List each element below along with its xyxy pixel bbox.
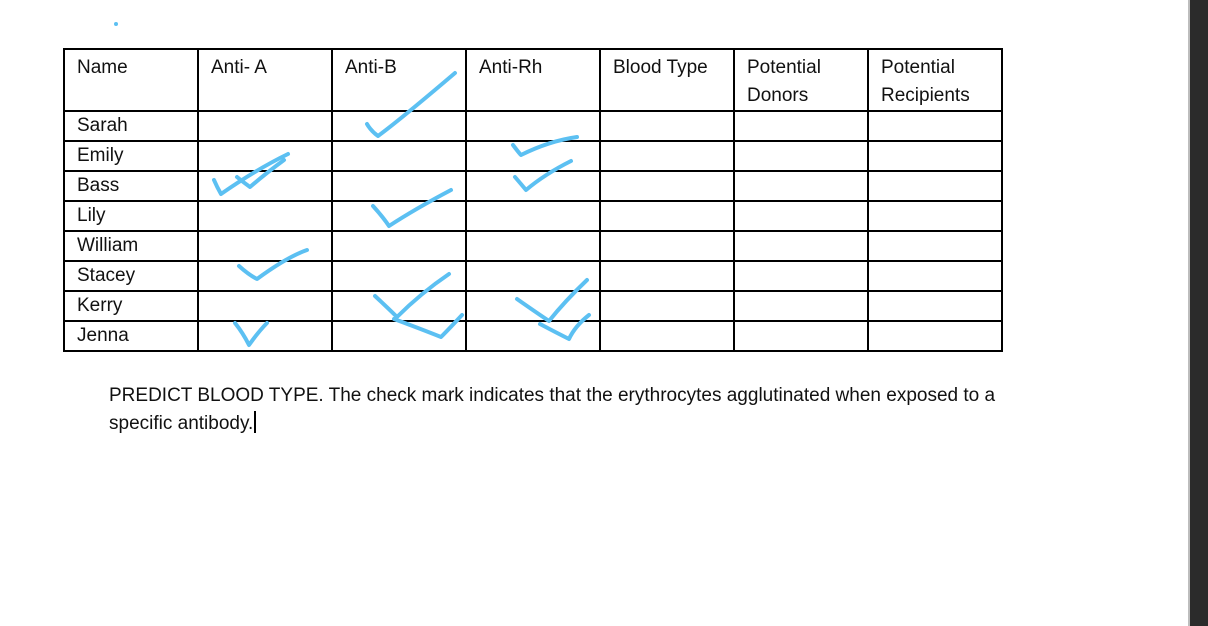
- row-name: Stacey: [63, 260, 199, 292]
- table-row: Kerry: [63, 290, 1003, 322]
- header-anti-a: Anti- A: [197, 48, 333, 112]
- blood-type-cell[interactable]: [599, 290, 735, 322]
- row-name: Jenna: [63, 320, 199, 352]
- potential-donors-cell[interactable]: [733, 290, 869, 322]
- anti-a-cell[interactable]: [197, 170, 333, 202]
- text-cursor: [254, 411, 257, 433]
- potential-recipients-cell[interactable]: [867, 290, 1003, 322]
- anti-b-cell[interactable]: [331, 170, 467, 202]
- header-blood-type: Blood Type: [599, 48, 735, 112]
- potential-recipients-cell[interactable]: [867, 110, 1003, 142]
- potential-donors-cell[interactable]: [733, 140, 869, 172]
- row-name: Lily: [63, 200, 199, 232]
- blood-type-cell[interactable]: [599, 110, 735, 142]
- anti-rh-cell[interactable]: [465, 320, 601, 352]
- blood-type-cell[interactable]: [599, 230, 735, 262]
- blood-type-cell[interactable]: [599, 260, 735, 292]
- anti-a-cell[interactable]: [197, 230, 333, 262]
- potential-donors-cell[interactable]: [733, 170, 869, 202]
- anti-a-cell[interactable]: [197, 140, 333, 172]
- header-potential-recipients: Potential Recipients: [867, 48, 1003, 112]
- document-page: Name Anti- A Anti-B Anti-Rh Blood Type P…: [0, 0, 1188, 626]
- ink-dot: [114, 22, 118, 26]
- blood-type-cell[interactable]: [599, 140, 735, 172]
- anti-b-cell[interactable]: [331, 320, 467, 352]
- potential-recipients-cell[interactable]: [867, 170, 1003, 202]
- row-name: William: [63, 230, 199, 262]
- potential-donors-cell[interactable]: [733, 200, 869, 232]
- anti-rh-cell[interactable]: [465, 260, 601, 292]
- potential-donors-cell[interactable]: [733, 230, 869, 262]
- potential-recipients-cell[interactable]: [867, 200, 1003, 232]
- table-row: Emily: [63, 140, 1003, 172]
- anti-rh-cell[interactable]: [465, 110, 601, 142]
- table-row: Stacey: [63, 260, 1003, 292]
- anti-a-cell[interactable]: [197, 320, 333, 352]
- anti-a-cell[interactable]: [197, 260, 333, 292]
- table-row: William: [63, 230, 1003, 262]
- potential-donors-cell[interactable]: [733, 110, 869, 142]
- anti-rh-cell[interactable]: [465, 170, 601, 202]
- potential-donors-cell[interactable]: [733, 260, 869, 292]
- row-name: Sarah: [63, 110, 199, 142]
- blood-type-cell[interactable]: [599, 320, 735, 352]
- table-header-row: Name Anti- A Anti-B Anti-Rh Blood Type P…: [63, 48, 1003, 112]
- potential-recipients-cell[interactable]: [867, 230, 1003, 262]
- blood-type-cell[interactable]: [599, 170, 735, 202]
- anti-b-cell[interactable]: [331, 200, 467, 232]
- potential-donors-cell[interactable]: [733, 320, 869, 352]
- anti-a-cell[interactable]: [197, 110, 333, 142]
- anti-a-cell[interactable]: [197, 290, 333, 322]
- potential-recipients-cell[interactable]: [867, 260, 1003, 292]
- anti-b-cell[interactable]: [331, 140, 467, 172]
- potential-recipients-cell[interactable]: [867, 320, 1003, 352]
- header-potential-donors: Potential Donors: [733, 48, 869, 112]
- anti-rh-cell[interactable]: [465, 290, 601, 322]
- anti-b-cell[interactable]: [331, 290, 467, 322]
- table-row: Bass: [63, 170, 1003, 202]
- table-row: Sarah: [63, 110, 1003, 142]
- table-row: Jenna: [63, 320, 1003, 352]
- header-anti-rh: Anti-Rh: [465, 48, 601, 112]
- anti-b-cell[interactable]: [331, 260, 467, 292]
- vertical-scrollbar[interactable]: [1188, 0, 1208, 626]
- anti-b-cell[interactable]: [331, 110, 467, 142]
- potential-recipients-cell[interactable]: [867, 140, 1003, 172]
- anti-rh-cell[interactable]: [465, 140, 601, 172]
- header-name: Name: [63, 48, 199, 112]
- row-name: Bass: [63, 170, 199, 202]
- header-anti-b: Anti-B: [331, 48, 467, 112]
- row-name: Emily: [63, 140, 199, 172]
- anti-rh-cell[interactable]: [465, 230, 601, 262]
- anti-rh-cell[interactable]: [465, 200, 601, 232]
- anti-b-cell[interactable]: [331, 230, 467, 262]
- blood-type-cell[interactable]: [599, 200, 735, 232]
- anti-a-cell[interactable]: [197, 200, 333, 232]
- row-name: Kerry: [63, 290, 199, 322]
- instructions-body: PREDICT BLOOD TYPE. The check mark indic…: [109, 385, 996, 434]
- blood-type-table: Name Anti- A Anti-B Anti-Rh Blood Type P…: [63, 48, 1003, 352]
- instructions-text[interactable]: PREDICT BLOOD TYPE. The check mark indic…: [109, 382, 1009, 438]
- table-row: Lily: [63, 200, 1003, 232]
